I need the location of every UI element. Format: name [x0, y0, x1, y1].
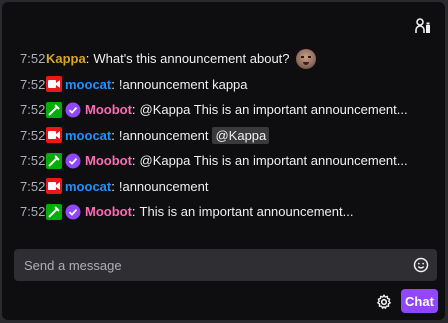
broadcaster-badge-icon[interactable] [46, 178, 62, 195]
moderator-badge-icon[interactable] [46, 203, 62, 220]
timestamp: 7:52 [20, 76, 46, 92]
kappa-emote-icon[interactable] [295, 48, 316, 69]
chat-message: 7:52 Moobot : @Kappa This is an importan… [20, 148, 435, 174]
timestamp: 7:52 [20, 127, 46, 143]
separator: : [111, 127, 115, 143]
separator: : [131, 102, 136, 118]
message-text: !announcement [118, 127, 209, 143]
chat-message: 7:52 Kappa : What's this announcement ab… [20, 46, 435, 72]
username[interactable]: moocat [65, 179, 111, 194]
chat-input-container [14, 249, 437, 281]
broadcaster-badge-icon[interactable] [46, 76, 62, 93]
timestamp: 7:52 [20, 204, 46, 220]
message-text: !announcement [118, 178, 209, 194]
separator: : [131, 153, 136, 169]
chat-panel: 7:52 Kappa : What's this announcement ab… [2, 2, 445, 320]
chat-message: 7:52 moocat : !announcement kappa [20, 72, 435, 98]
message-list: 7:52 Kappa : What's this announcement ab… [20, 46, 435, 225]
chat-send-button[interactable]: Chat [401, 289, 438, 313]
message-text: What's this announcement about? [93, 51, 290, 67]
username[interactable]: Moobot [85, 204, 132, 219]
chat-input[interactable] [14, 249, 414, 281]
message-text: @Kappa This is an important announcement… [139, 153, 408, 169]
verified-badge-icon[interactable] [65, 204, 81, 220]
username[interactable]: moocat [65, 77, 111, 92]
username[interactable]: Moobot [85, 153, 132, 168]
message-text: !announcement kappa [118, 76, 248, 92]
separator: : [111, 178, 115, 194]
username[interactable]: Moobot [85, 102, 132, 117]
timestamp: 7:52 [20, 178, 46, 194]
moderator-badge-icon[interactable] [46, 101, 62, 118]
timestamp: 7:52 [20, 51, 46, 67]
chat-message: 7:52 Moobot : This is an important annou… [20, 199, 435, 225]
separator: : [85, 51, 90, 67]
timestamp: 7:52 [20, 102, 46, 118]
message-text: This is an important announcement... [139, 204, 354, 220]
moderator-badge-icon[interactable] [46, 152, 62, 169]
broadcaster-badge-icon[interactable] [46, 127, 62, 144]
mention-chip[interactable]: @Kappa [212, 126, 270, 144]
username[interactable]: moocat [65, 128, 111, 143]
chat-settings-gear-icon[interactable] [374, 292, 394, 312]
separator: : [131, 204, 136, 220]
chat-message: 7:52 moocat : !announcement [20, 174, 435, 200]
separator: : [111, 76, 115, 92]
community-users-icon[interactable] [413, 16, 433, 36]
chat-message: 7:52 Moobot : @Kappa This is an importan… [20, 97, 435, 123]
chat-message: 7:52 moocat : !announcement @Kappa [20, 123, 435, 149]
username[interactable]: Kappa [46, 51, 86, 66]
verified-badge-icon[interactable] [65, 102, 81, 118]
emote-picker-icon[interactable] [413, 257, 429, 273]
timestamp: 7:52 [20, 153, 46, 169]
verified-badge-icon[interactable] [65, 153, 81, 169]
chat-header [2, 2, 445, 44]
message-text: @Kappa This is an important announcement… [139, 102, 408, 118]
